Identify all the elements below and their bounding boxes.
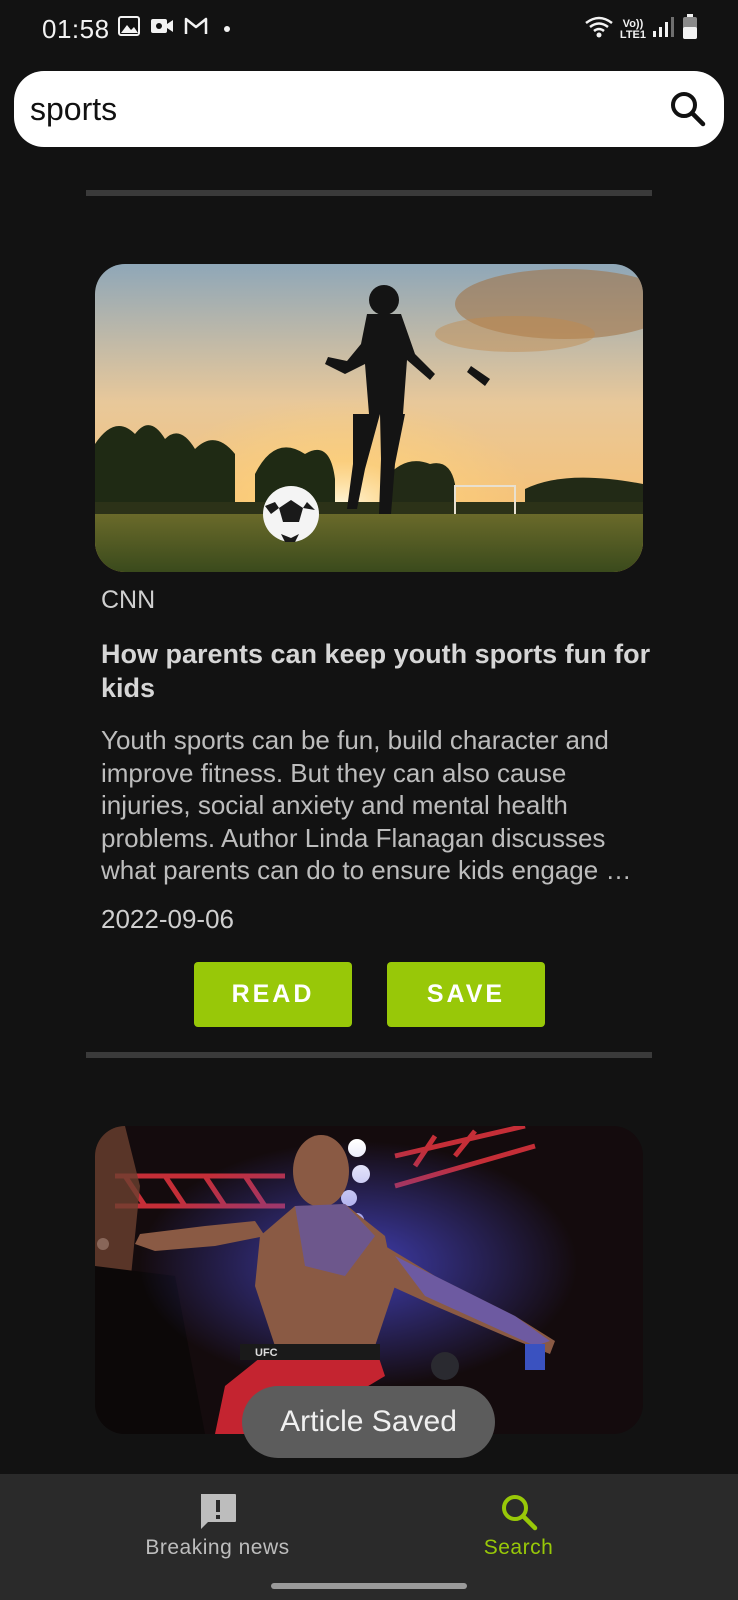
video-call-icon	[150, 16, 174, 41]
search-icon	[501, 1495, 537, 1531]
status-notification-icons	[118, 16, 230, 41]
status-bar: 01:58 Vo)) LTE1	[0, 0, 738, 58]
save-button[interactable]: SAVE	[387, 962, 545, 1027]
toast-message: Article Saved	[242, 1386, 495, 1458]
status-time: 01:58	[42, 14, 110, 44]
signal-icon	[652, 16, 676, 43]
nav-item-search[interactable]: Search	[334, 1474, 703, 1574]
search-bar	[14, 71, 724, 147]
article-title[interactable]: How parents can keep youth sports fun fo…	[101, 637, 661, 705]
gmail-icon	[184, 16, 208, 41]
battery-icon	[682, 14, 698, 45]
article-source: CNN	[101, 586, 156, 614]
article-image-soccer[interactable]	[95, 264, 643, 572]
search-icon	[671, 92, 706, 127]
app-screen: 01:58 Vo)) LTE1 sports CNN How parents c…	[0, 0, 738, 1600]
gesture-navigation-bar[interactable]	[271, 1583, 467, 1589]
read-button[interactable]: READ	[194, 962, 352, 1027]
notification-dot	[224, 25, 230, 32]
wifi-icon	[584, 15, 614, 44]
article-date: 2022-09-06	[101, 904, 234, 934]
search-input[interactable]	[30, 85, 630, 133]
article-description: Youth sports can be fun, build character…	[101, 725, 632, 885]
ufc-logo-text: UFC	[255, 1347, 278, 1359]
gallery-icon	[118, 16, 140, 41]
nav-label-search: Search	[483, 1536, 554, 1559]
network-label: LTE1	[619, 28, 646, 41]
feedback-icon	[200, 1494, 236, 1529]
search-button[interactable]	[668, 89, 708, 129]
status-system-icons: Vo)) LTE1	[584, 14, 698, 45]
bottom-navigation: Breaking news Search	[0, 1474, 738, 1600]
article-divider	[86, 1052, 652, 1058]
article-divider	[86, 190, 652, 196]
volte-icon: Vo)) LTE1	[619, 17, 646, 41]
